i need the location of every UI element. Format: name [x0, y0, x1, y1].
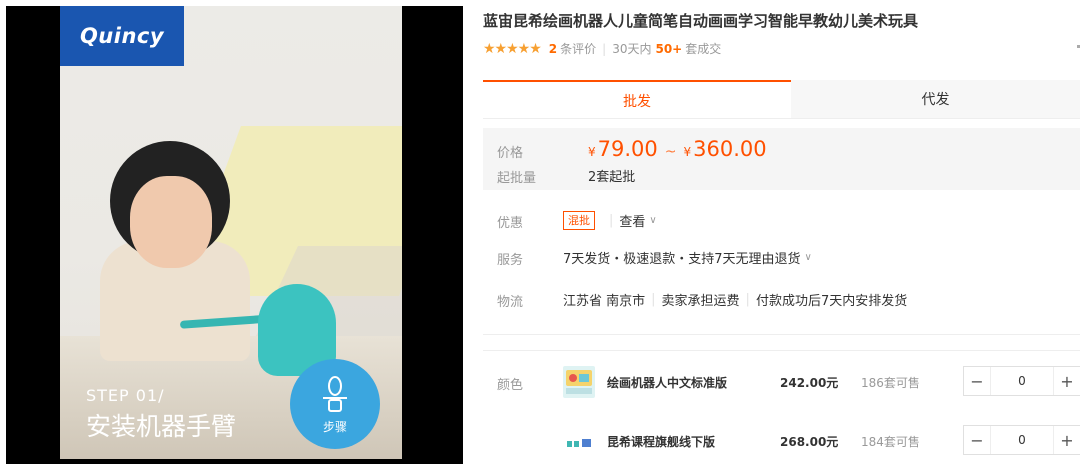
purchase-tabs: 批发 代发: [483, 80, 1080, 119]
review-label[interactable]: 条评价: [560, 40, 596, 57]
sku-thumbnail[interactable]: [563, 366, 595, 398]
step-caption: STEP 01/ 安装机器手臂: [86, 386, 236, 443]
decrease-button[interactable]: −: [964, 431, 990, 450]
discount-label: 优惠: [497, 216, 524, 231]
tab-dropship[interactable]: 代发: [791, 80, 1080, 118]
quantity-stepper: − 0 +: [963, 425, 1080, 455]
step-badge-label: 步骤: [322, 419, 347, 434]
product-info-panel: 蓝宙昆希绘画机器人儿童简笔自动画画学习智能早教幼儿美术玩具 ★★★★★ 2 条评…: [483, 0, 1080, 466]
origin-location[interactable]: 江苏省 南京市: [563, 290, 645, 309]
sku-name: 绘画机器人中文标准版: [607, 376, 728, 390]
rating-row: ★★★★★ 2 条评价 | 30天内 50+ 套成交: [483, 40, 721, 57]
service-row: 服务 7天发货・极速退款・支持7天无理由退货 ∨: [483, 245, 1080, 269]
discount-value: 混批 | 查看 ∨: [563, 211, 657, 230]
sku-price: 268.00元: [780, 435, 839, 449]
logistics-row: 物流 江苏省 南京市 | 卖家承担运费 | 付款成功后7天内安排发货: [483, 287, 1080, 311]
step-title: 安装机器手臂: [86, 412, 237, 441]
increase-button[interactable]: +: [1054, 372, 1080, 391]
service-text[interactable]: 7天发货・极速退款・支持7天无理由退货: [563, 248, 801, 267]
divider: |: [745, 292, 750, 307]
currency-symbol: ¥: [683, 145, 692, 159]
increase-button[interactable]: +: [1054, 431, 1080, 450]
brand-text: Quincy: [79, 24, 165, 48]
sku-name: 昆希课程旗舰线下版: [607, 435, 716, 449]
product-media[interactable]: Quincy STEP 01/ 安装机器手臂 步骤: [0, 0, 470, 466]
star-icon: ★★★★★: [483, 40, 542, 57]
moq-label: 起批量: [497, 171, 537, 186]
currency-symbol: ¥: [588, 145, 596, 159]
sku-thumbnail-image: [563, 425, 595, 457]
review-count[interactable]: 2: [549, 42, 557, 56]
ship-time: 付款成功后7天内安排发货: [755, 294, 908, 309]
discount-row: 优惠 混批 | 查看 ∨: [483, 208, 1080, 232]
divider: |: [609, 213, 614, 228]
product-title: 蓝宙昆希绘画机器人儿童简笔自动画画学习智能早教幼儿美术玩具: [483, 12, 919, 30]
sku-color-label: 颜色: [497, 378, 524, 393]
sku-row: 昆希课程旗舰线下版 268.00元 184套可售 − 0 +: [483, 421, 1080, 461]
price-box: 价格 ¥79.00 ~ ¥360.00 起批量 2套起批: [483, 128, 1080, 190]
divider: |: [602, 41, 607, 56]
price-min: 79.00: [597, 137, 658, 161]
logistics-value: 江苏省 南京市 | 卖家承担运费 | 付款成功后7天内安排发货: [563, 290, 907, 309]
robot-step-icon: [323, 375, 347, 412]
price-range: ¥79.00 ~ ¥360.00: [588, 137, 767, 161]
price-max: 360.00: [693, 137, 767, 161]
logistics-label: 物流: [497, 295, 524, 310]
price-label: 价格: [497, 146, 524, 161]
decrease-button[interactable]: −: [964, 372, 990, 391]
sku-stock: 184套可售: [861, 435, 920, 449]
price-tilde: ~: [664, 144, 677, 160]
brand-logo: Quincy: [60, 6, 184, 66]
step-badge: 步骤: [290, 359, 380, 449]
product-image[interactable]: Quincy STEP 01/ 安装机器手臂 步骤: [60, 6, 402, 459]
quantity-input[interactable]: 0: [990, 426, 1054, 454]
quantity-input[interactable]: 0: [990, 367, 1054, 395]
section-divider: [483, 334, 1080, 335]
quantity-stepper: − 0 +: [963, 366, 1080, 396]
chevron-down-icon[interactable]: ∨: [805, 252, 812, 263]
step-number: STEP 01/: [86, 386, 165, 405]
child-figure-face: [130, 176, 212, 268]
discount-view-link[interactable]: 查看: [619, 211, 645, 230]
sales-label: 套成交: [685, 42, 722, 56]
moq-value: 2套起批: [588, 170, 636, 185]
tab-wholesale[interactable]: 批发: [483, 80, 791, 118]
sales-period: 30天内: [612, 42, 652, 56]
sales-count: 50+: [655, 41, 683, 56]
sku-row: 颜色 绘画机器人中文标准版 242.00元 186套可售 − 0 +: [483, 362, 1080, 402]
freight-info: 卖家承担运费: [661, 294, 740, 309]
sku-price: 242.00元: [780, 376, 839, 390]
service-value[interactable]: 7天发货・极速退款・支持7天无理由退货 ∨: [563, 248, 812, 267]
service-label: 服务: [497, 253, 524, 268]
chevron-down-icon[interactable]: ∨: [649, 215, 656, 226]
sku-thumbnail[interactable]: [563, 425, 595, 457]
divider: |: [651, 292, 656, 307]
sku-stock: 186套可售: [861, 376, 920, 390]
section-divider: [483, 350, 1080, 351]
sku-thumbnail-image: [563, 366, 595, 398]
mix-batch-tag: 混批: [563, 211, 595, 230]
